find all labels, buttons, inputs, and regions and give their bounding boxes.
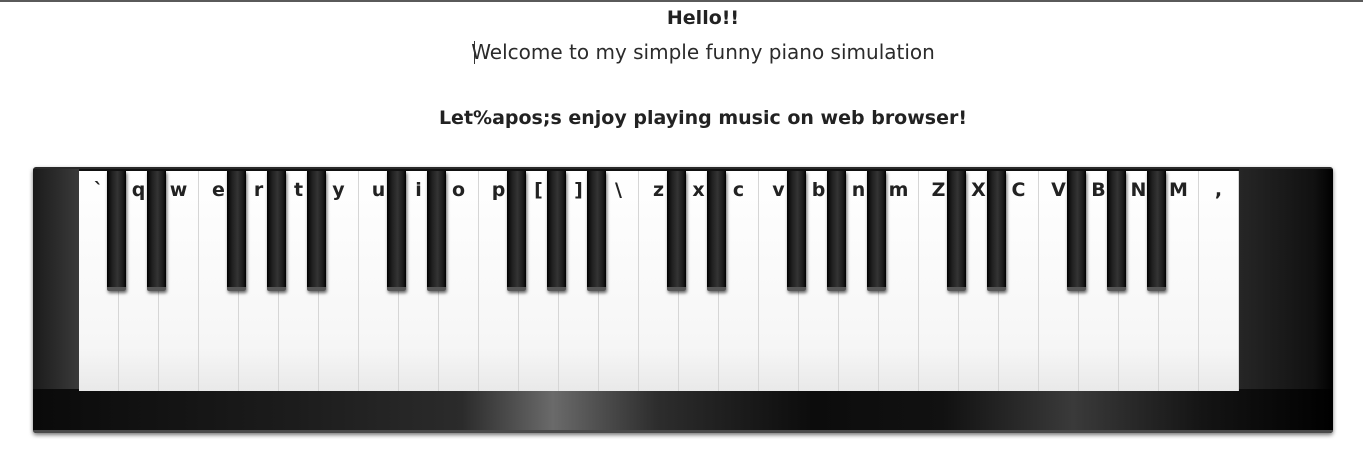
black-key[interactable]: [787, 171, 806, 291]
black-key[interactable]: [947, 171, 966, 291]
black-key[interactable]: [107, 171, 126, 291]
black-key[interactable]: [987, 171, 1006, 291]
piano: ` q w e r t y u i o p[] \ z x c v b n m Z X C V B N M,: [33, 167, 1333, 433]
black-key[interactable]: [307, 171, 326, 291]
black-key[interactable]: [587, 171, 606, 291]
black-key[interactable]: [1147, 171, 1166, 291]
black-key[interactable]: [667, 171, 686, 291]
black-key[interactable]: [827, 171, 846, 291]
black-key[interactable]: [1067, 171, 1086, 291]
top-border: [0, 0, 1363, 2]
black-key[interactable]: [507, 171, 526, 291]
tagline-heading: Let%apos;s enjoy playing music on web br…: [438, 107, 968, 129]
black-key[interactable]: [267, 171, 286, 291]
black-key[interactable]: [227, 171, 246, 291]
black-key[interactable]: [867, 171, 886, 291]
piano-keybed: ` q w e r t y u i o p[] \ z x c v b n m Z X C V B N M,: [79, 171, 1239, 391]
black-key[interactable]: [427, 171, 446, 291]
black-key[interactable]: [547, 171, 566, 291]
black-key[interactable]: [1107, 171, 1126, 291]
black-key[interactable]: [387, 171, 406, 291]
welcome-text: Welcome to my simple funny piano simulat…: [471, 40, 935, 64]
text-caret: [474, 41, 475, 64]
black-key[interactable]: [707, 171, 726, 291]
piano-base: [33, 389, 1333, 433]
white-key[interactable]: ,: [1199, 171, 1239, 391]
greeting-heading: Hello!!: [666, 7, 740, 29]
black-key[interactable]: [147, 171, 166, 291]
